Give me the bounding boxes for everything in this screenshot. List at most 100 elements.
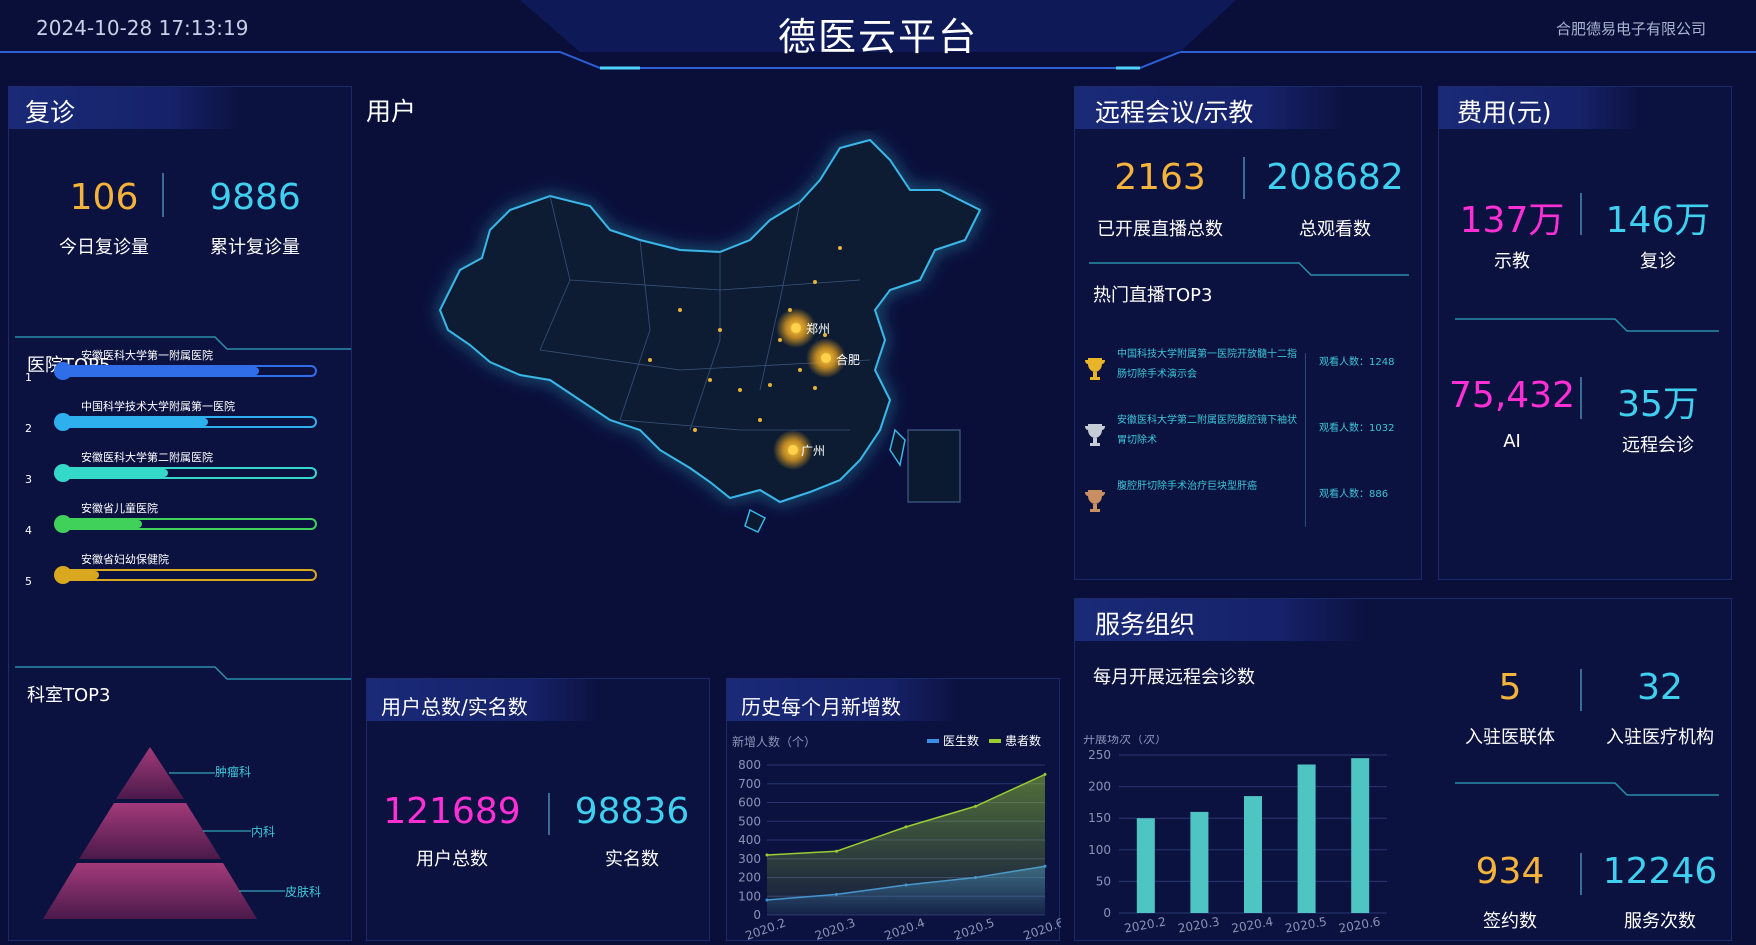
section-divider — [1455, 318, 1719, 332]
divider — [1580, 377, 1582, 419]
dept-label: 肿瘤科 — [215, 765, 252, 779]
header-bar: 2024-10-28 17:13:19 德医云平台 合肥德易电子有限公司 — [0, 0, 1756, 70]
bar — [1351, 758, 1370, 913]
y-tick-label: 400 — [738, 833, 761, 847]
monthly-new-chart: 新增人数（个） 0 100 200 300 400 500 600 700 800 2020.2 20… — [732, 733, 1061, 942]
today-revisit-value: 106 — [69, 177, 139, 218]
service-panel: 服务组织 每月开展远程会诊数 开展场次（次） 0 50 100 150 200 250 202… — [1074, 598, 1732, 941]
dept-pyramid — [43, 747, 285, 919]
hot-live-viewers: 观看人数：1032 — [1319, 423, 1395, 434]
hot-live-name[interactable]: 中国科技大学附属第一医院开放髓十二指肠切除手术演示会 — [1117, 345, 1299, 385]
y-tick-label: 500 — [738, 814, 761, 828]
hospital-rank: 2 — [25, 422, 32, 435]
divider — [1580, 193, 1582, 235]
hot-live-title: 热门直播TOP3 — [1093, 285, 1213, 306]
y-tick-label: 200 — [1088, 780, 1111, 794]
stat-value: 934 — [1475, 851, 1545, 892]
panel-title: 远程会议/示教 — [1095, 98, 1254, 127]
legend-swatch — [927, 739, 939, 743]
bar — [1297, 764, 1316, 913]
data-point — [1043, 772, 1047, 776]
divider — [1305, 353, 1306, 527]
real-name-label: 实名数 — [605, 849, 659, 870]
dept-label: 内科 — [251, 825, 276, 839]
trophy-icon — [1081, 420, 1109, 452]
data-point — [904, 825, 908, 829]
stat-label: AI — [1503, 431, 1521, 452]
live-total-value: 2163 — [1114, 157, 1206, 198]
panel-title: 用户总数/实名数 — [381, 695, 528, 719]
today-revisit-label: 今日复诊量 — [59, 237, 149, 258]
real-name-value: 98836 — [574, 791, 690, 832]
data-point — [765, 853, 769, 857]
bar — [1244, 796, 1262, 913]
legend-label: 医生数 — [943, 733, 979, 748]
hospital-bar-fill — [61, 520, 143, 528]
y-tick-label: 0 — [1103, 906, 1111, 920]
hospital-name: 中国科学技术大学附属第一医院 — [81, 400, 235, 413]
city-label: 郑州 — [806, 322, 831, 336]
stat-value: 5 — [1498, 667, 1522, 708]
hospital-rank: 1 — [25, 371, 32, 384]
y-tick-label: 0 — [753, 908, 761, 922]
hospital-rank: 4 — [25, 524, 32, 537]
city-label: 合肥 — [836, 353, 861, 367]
x-tick-label: 2020.4 — [883, 915, 927, 942]
stat-value: 32 — [1637, 667, 1683, 708]
y-tick-label: 800 — [738, 758, 761, 772]
hospital-name: 安徽医科大学第一附属医院 — [81, 349, 213, 362]
stat-value: 35万 — [1617, 384, 1699, 425]
panel-title: 历史每个月新增数 — [741, 695, 901, 719]
hospital-bar-knob — [54, 515, 72, 533]
stat-label: 复诊 — [1640, 251, 1676, 272]
hot-live-name[interactable]: 腹腔肝切除手术治疗巨块型肝癌 — [1117, 477, 1299, 497]
y-tick-label: 100 — [1088, 843, 1111, 857]
remote-consult-chart: 开展场次（次） 0 50 100 150 200 250 2020.2 2020.3 2020.4… — [1083, 735, 1387, 936]
service-chart-title: 每月开展远程会诊数 — [1093, 667, 1255, 688]
y-tick-label: 700 — [738, 777, 761, 791]
stat-label: 示教 — [1494, 251, 1530, 272]
hospital-bar-knob — [54, 362, 72, 380]
user-totals-panel: 用户总数/实名数 121689 用户总数 98836 实名数 — [366, 678, 710, 941]
hot-live-name[interactable]: 安徽医科大学第二附属医院腹腔镜下袖状胃切除术 — [1117, 411, 1299, 451]
dept-top3-title: 科室TOP3 — [27, 685, 111, 706]
total-revisit-value: 9886 — [209, 177, 301, 218]
hospital-bar — [59, 569, 317, 581]
y-tick-label: 150 — [1088, 811, 1111, 825]
stat-label: 签约数 — [1483, 911, 1537, 932]
x-tick-label: 2020.3 — [1177, 915, 1221, 936]
divider — [1580, 669, 1582, 711]
stat-value: 137万 — [1459, 200, 1565, 241]
y-tick-label: 250 — [1088, 748, 1111, 762]
y-tick-label: 300 — [738, 852, 761, 866]
page-title: 德医云平台 — [777, 15, 978, 59]
divider — [1243, 157, 1245, 199]
series-area — [767, 774, 1045, 915]
company-name: 合肥德易电子有限公司 — [1555, 20, 1706, 38]
x-tick-label: 2020.2 — [1123, 915, 1167, 936]
x-tick-label: 2020.4 — [1230, 915, 1274, 936]
hospital-name: 安徽省妇幼保健院 — [81, 553, 169, 566]
hospital-bar — [59, 416, 317, 428]
remote-panel: 远程会议/示教 2163 已开展直播总数 208682 总观看数 热门直播TOP… — [1074, 86, 1422, 580]
total-revisit-label: 累计复诊量 — [210, 237, 300, 258]
y-tick-label: 200 — [738, 871, 761, 885]
axis-title: 开展场次（次） — [1083, 735, 1167, 746]
views-total-value: 208682 — [1266, 157, 1404, 198]
china-map[interactable] — [420, 130, 1000, 570]
fees-panel: 费用(元) 137万 示教 146万 复诊 75,432 AI 35万 远程会诊 — [1438, 86, 1732, 580]
panel-title: 服务组织 — [1095, 610, 1196, 639]
hospital-bar-fill — [61, 418, 209, 426]
x-tick-label: 2020.6 — [1338, 915, 1382, 936]
revisit-panel: 复诊 106 今日复诊量 9886 累计复诊量 医院TOP5 1安徽医科大学第一… — [8, 86, 352, 941]
stat-label: 服务次数 — [1624, 911, 1696, 932]
y-tick-label: 50 — [1096, 874, 1111, 888]
axis-title: 新增人数（个） — [732, 734, 816, 749]
stat-label: 远程会诊 — [1622, 435, 1694, 456]
hospital-bar-fill — [61, 367, 260, 375]
stat-label: 入驻医联体 — [1465, 727, 1555, 748]
trophy-icon — [1081, 354, 1109, 386]
monthly-new-panel: 历史每个月新增数 新增人数（个） 0 100 200 300 400 500 600 700 80… — [726, 678, 1061, 942]
dept-label: 皮肤科 — [285, 885, 322, 899]
y-tick-label: 100 — [738, 889, 761, 903]
